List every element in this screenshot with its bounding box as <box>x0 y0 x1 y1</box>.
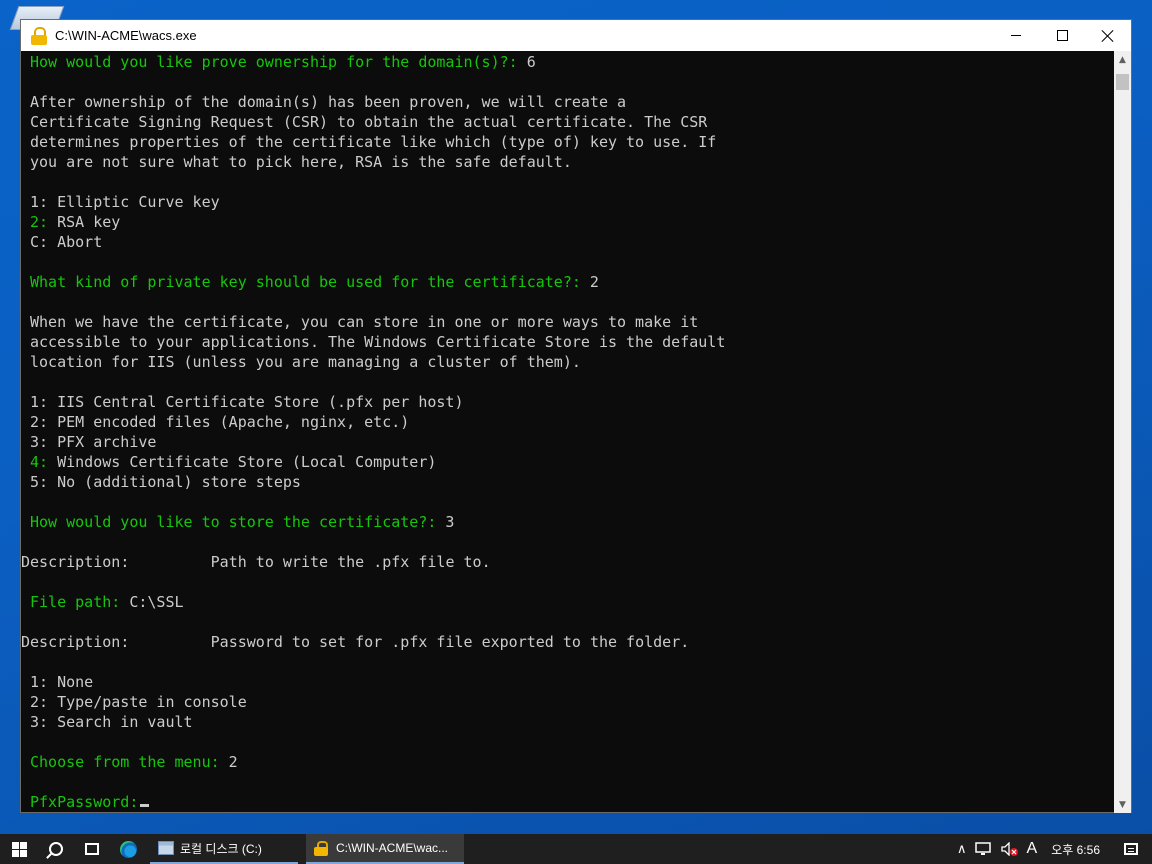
edge-button[interactable] <box>110 834 146 864</box>
vertical-scrollbar[interactable]: ▲ ▼ <box>1114 51 1131 813</box>
search-icon <box>49 842 63 856</box>
system-tray: ∧ A 오후 6:56 <box>953 834 1152 864</box>
console-line: File path: C:\SSL <box>30 592 184 612</box>
console-line: accessible to your applications. The Win… <box>30 333 726 351</box>
close-icon <box>1102 30 1114 42</box>
input-method-button[interactable]: A <box>1023 834 1042 864</box>
window-title: C:\WIN-ACME\wacs.exe <box>55 28 197 43</box>
menu-option: C: Abort <box>30 233 103 251</box>
taskbar-wacs-console[interactable]: C:\WIN-ACME\wac... <box>306 834 464 864</box>
menu-option: 4: Windows Certificate Store (Local Comp… <box>30 452 436 472</box>
notification-button[interactable] <box>1110 834 1152 864</box>
menu-option: 3: Search in vault <box>30 713 193 731</box>
scroll-down-icon[interactable]: ▼ <box>1114 796 1131 813</box>
menu-option: 1: None <box>30 673 94 691</box>
prompt-text: How would you like prove ownership for t… <box>30 53 518 71</box>
menu-option: 2: PEM encoded files (Apache, nginx, etc… <box>30 413 410 431</box>
description-line: Description: Password to set for .pfx fi… <box>21 633 690 651</box>
taskbar-file-explorer[interactable]: 로컬 디스크 (C:) <box>150 834 298 864</box>
task-view-button[interactable] <box>74 834 110 864</box>
volume-button[interactable] <box>997 834 1023 864</box>
menu-option: 1: Elliptic Curve key <box>30 193 220 211</box>
network-icon <box>974 842 991 855</box>
text-cursor <box>140 804 150 807</box>
prompt-text: Choose from the menu: <box>30 753 220 771</box>
edge-browser-icon <box>119 840 137 858</box>
menu-option: 1: IIS Central Certificate Store (.pfx p… <box>30 393 464 411</box>
start-button[interactable] <box>0 834 38 864</box>
prompt-answer: C:\SSL <box>120 593 184 611</box>
prompt-answer: 3 <box>436 513 455 531</box>
taskbar-app-label: C:\WIN-ACME\wac... <box>336 841 449 855</box>
taskbar-app-label: 로컬 디스크 (C:) <box>180 841 262 856</box>
console-line: When we have the certificate, you can st… <box>30 313 699 331</box>
console-line: After ownership of the domain(s) has bee… <box>30 93 627 111</box>
prompt-text: File path: <box>30 593 121 611</box>
maximize-button[interactable] <box>1039 20 1085 51</box>
console-line: How would you like prove ownership for t… <box>30 52 536 72</box>
console-output[interactable]: How would you like prove ownership for t… <box>21 51 1115 813</box>
menu-option: 5: No (additional) store steps <box>30 473 301 491</box>
windows-logo-icon <box>11 841 27 857</box>
console-line: location for IIS (unless you are managin… <box>30 353 581 371</box>
prompt-answer: 6 <box>517 53 536 71</box>
clock[interactable]: 오후 6:56 <box>1041 834 1110 864</box>
option-number: 2: <box>30 213 49 231</box>
console-line: How would you like to store the certific… <box>30 512 454 532</box>
menu-option: 2: RSA key <box>30 212 120 232</box>
console-line: you are not sure what to pick here, RSA … <box>30 153 572 171</box>
option-label: Windows Certificate Store (Local Compute… <box>48 453 437 471</box>
minimize-icon <box>1011 35 1021 36</box>
option-label: RSA key <box>48 213 121 231</box>
lock-icon <box>31 26 47 45</box>
console-line: determines properties of the certificate… <box>30 133 717 151</box>
prompt-text: What kind of private key should be used … <box>30 273 581 291</box>
minimize-button[interactable] <box>993 20 1039 51</box>
menu-option: 3: PFX archive <box>30 433 157 451</box>
console-line: Certificate Signing Request (CSR) to obt… <box>30 113 708 131</box>
network-button[interactable] <box>971 834 997 864</box>
prompt-text: PfxPassword: <box>30 793 139 811</box>
password-prompt-line[interactable]: PfxPassword: <box>30 792 150 812</box>
close-button[interactable] <box>1085 20 1131 51</box>
console-line: What kind of private key should be used … <box>30 272 599 292</box>
prompt-answer: 2 <box>219 753 238 771</box>
show-hidden-icons-button[interactable]: ∧ <box>953 834 971 864</box>
menu-option: 2: Type/paste in console <box>30 693 247 711</box>
description-line: Description: Path to write the .pfx file… <box>21 553 491 571</box>
maximize-icon <box>1056 30 1068 41</box>
volume-muted-icon <box>1000 842 1018 856</box>
option-number: 4: <box>30 453 49 471</box>
lock-icon <box>314 841 330 856</box>
taskbar: 로컬 디스크 (C:) C:\WIN-ACME\wac... ∧ A 오후 6:… <box>0 834 1152 864</box>
scroll-thumb[interactable] <box>1116 74 1129 90</box>
title-bar[interactable]: C:\WIN-ACME\wacs.exe <box>21 20 1131 51</box>
search-button[interactable] <box>38 834 74 864</box>
task-view-icon <box>85 843 99 855</box>
scroll-up-icon[interactable]: ▲ <box>1114 51 1131 68</box>
prompt-answer: 2 <box>580 273 599 291</box>
prompt-text: How would you like to store the certific… <box>30 513 437 531</box>
console-line: Choose from the menu: 2 <box>30 752 238 772</box>
file-explorer-icon <box>158 841 174 855</box>
console-window: C:\WIN-ACME\wacs.exe How would you like … <box>20 19 1132 813</box>
notification-icon <box>1124 843 1138 855</box>
chevron-up-icon: ∧ <box>957 841 967 856</box>
